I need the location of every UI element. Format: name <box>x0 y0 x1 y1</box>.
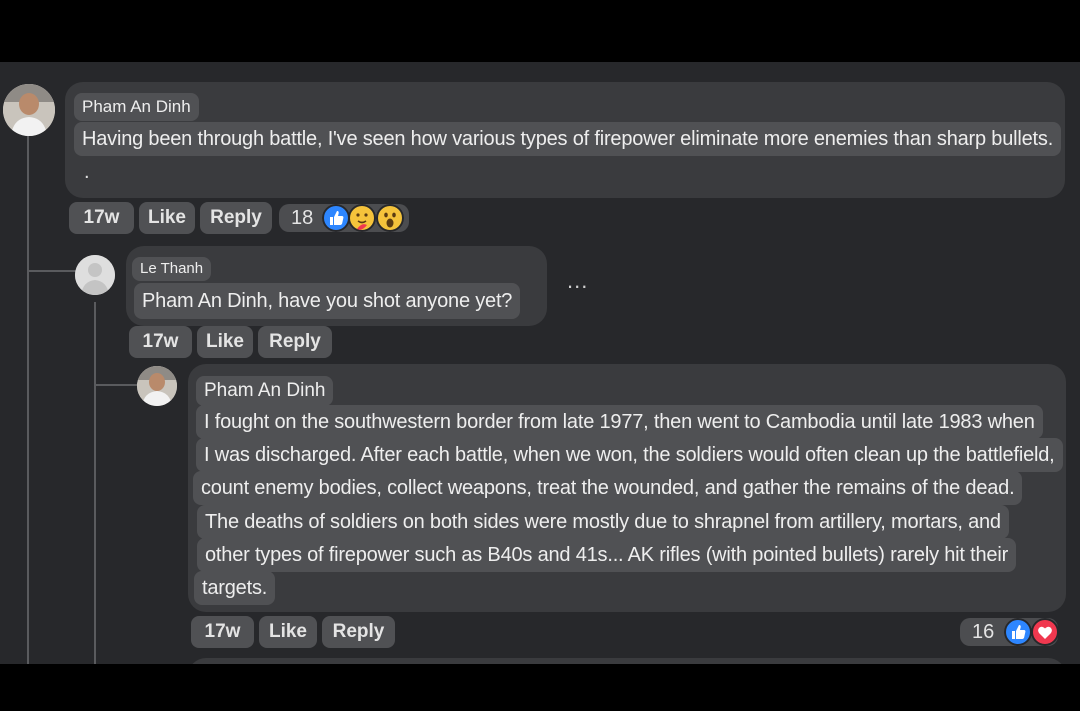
like-button[interactable]: Like <box>259 616 317 648</box>
comment-text-line: The deaths of soldiers on both sides wer… <box>197 505 1009 539</box>
comments-panel: Pham An Dinh Having been through battle,… <box>0 62 1080 664</box>
timestamp[interactable]: 17w <box>69 202 134 234</box>
timestamp[interactable]: 17w <box>191 616 254 648</box>
comment-text-line: Pham An Dinh, have you shot anyone yet? <box>134 283 521 319</box>
timestamp[interactable]: 17w <box>129 326 192 358</box>
comment-author[interactable]: Pham An Dinh <box>74 93 199 121</box>
comment-text-line: count enemy bodies, collect weapons, tre… <box>193 471 1023 505</box>
comment-text-line: Having been through battle, I've seen ho… <box>74 122 1062 156</box>
avatar[interactable] <box>137 366 177 406</box>
comment-text-line: I was discharged. After each battle, whe… <box>196 438 1063 472</box>
avatar[interactable] <box>3 84 55 136</box>
thread-branch <box>94 384 140 386</box>
like-button[interactable]: Like <box>197 326 253 358</box>
reply-button[interactable]: Reply <box>200 202 272 234</box>
comment-bubble-partial <box>188 658 1066 664</box>
comment-text-line: I fought on the southwestern border from… <box>196 405 1043 439</box>
comment-text-line: . <box>84 161 90 183</box>
reply-button[interactable]: Reply <box>322 616 395 648</box>
more-options-button[interactable]: ... <box>567 268 588 294</box>
avatar[interactable] <box>75 255 115 295</box>
comment-author[interactable]: Le Thanh <box>132 257 212 281</box>
thread-line <box>27 136 29 664</box>
reaction-count-value: 16 <box>972 621 995 643</box>
love-icon <box>1031 618 1059 646</box>
reply-button[interactable]: Reply <box>258 326 332 358</box>
care-icon <box>348 204 376 232</box>
comment-text-line: targets. <box>194 571 276 605</box>
reaction-count-value: 18 <box>291 207 314 229</box>
like-button[interactable]: Like <box>139 202 195 234</box>
thread-line <box>94 302 96 664</box>
thread-branch <box>27 270 77 272</box>
wow-icon <box>376 204 404 232</box>
comment-author[interactable]: Pham An Dinh <box>196 376 334 406</box>
comment-text-line: other types of firepower such as B40s an… <box>197 538 1017 572</box>
like-icon <box>322 204 350 232</box>
like-icon <box>1004 618 1032 646</box>
